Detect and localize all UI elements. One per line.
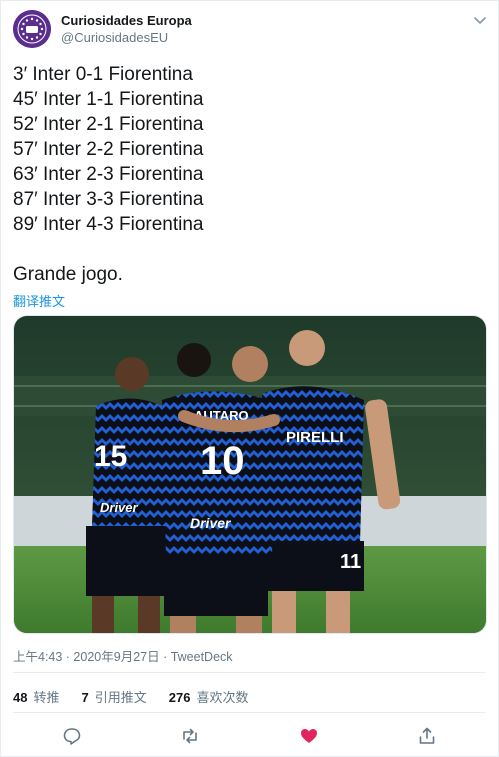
tweet-stats: 48 转推 7 引用推文 276 喜欢次数 — [13, 687, 270, 706]
quotes-count: 7 — [81, 690, 89, 705]
tweet-actions — [0, 722, 499, 750]
sponsor-back-text: PIRELLI — [286, 429, 344, 446]
likes-count: 276 — [168, 690, 191, 705]
divider — [13, 712, 485, 713]
avatar[interactable] — [13, 10, 51, 48]
author-name[interactable]: Curiosidades Europa — [61, 13, 192, 28]
chevron-down-icon[interactable] — [472, 12, 488, 28]
heart-icon[interactable] — [299, 726, 319, 746]
likes-stat[interactable]: 276 喜欢次数 — [169, 687, 249, 706]
players-celebrating-image: 15 PIRELLI 11 LAUTARO 10 Driver Driver — [14, 316, 486, 633]
reply-icon[interactable] — [62, 726, 82, 746]
sponsor-front-text-left: Driver — [100, 500, 139, 515]
retweets-label: 转推 — [33, 690, 60, 705]
avatar-logo-icon — [13, 10, 51, 48]
jersey-number-10: 10 — [200, 439, 245, 483]
tweet-photo[interactable]: 15 PIRELLI 11 LAUTARO 10 Driver Driver — [13, 315, 487, 634]
retweets-stat[interactable]: 48 转推 — [13, 687, 59, 706]
retweets-count: 48 — [13, 690, 28, 705]
likes-label: 喜欢次数 — [196, 690, 249, 705]
jersey-number-15: 15 — [94, 440, 127, 473]
share-icon[interactable] — [417, 726, 437, 746]
quotes-stat[interactable]: 7 引用推文 — [81, 687, 146, 706]
translate-tweet-link[interactable]: 翻译推文 — [13, 291, 65, 310]
tweet-text: 3′ Inter 0-1 Fiorentina 45′ Inter 1-1 Fi… — [13, 64, 204, 285]
tweet-header: Curiosidades Europa @CuriosidadesEU — [13, 10, 488, 50]
quotes-label: 引用推文 — [94, 690, 147, 705]
tweet-timestamp[interactable]: 上午4:43 · 2020年9月27日 · TweetDeck — [13, 646, 233, 665]
author-handle[interactable]: @CuriosidadesEU — [61, 30, 168, 45]
jersey-number-11: 11 — [340, 551, 361, 573]
divider — [13, 672, 485, 673]
retweet-icon[interactable] — [180, 726, 200, 746]
sponsor-front-text: Driver — [190, 515, 232, 531]
